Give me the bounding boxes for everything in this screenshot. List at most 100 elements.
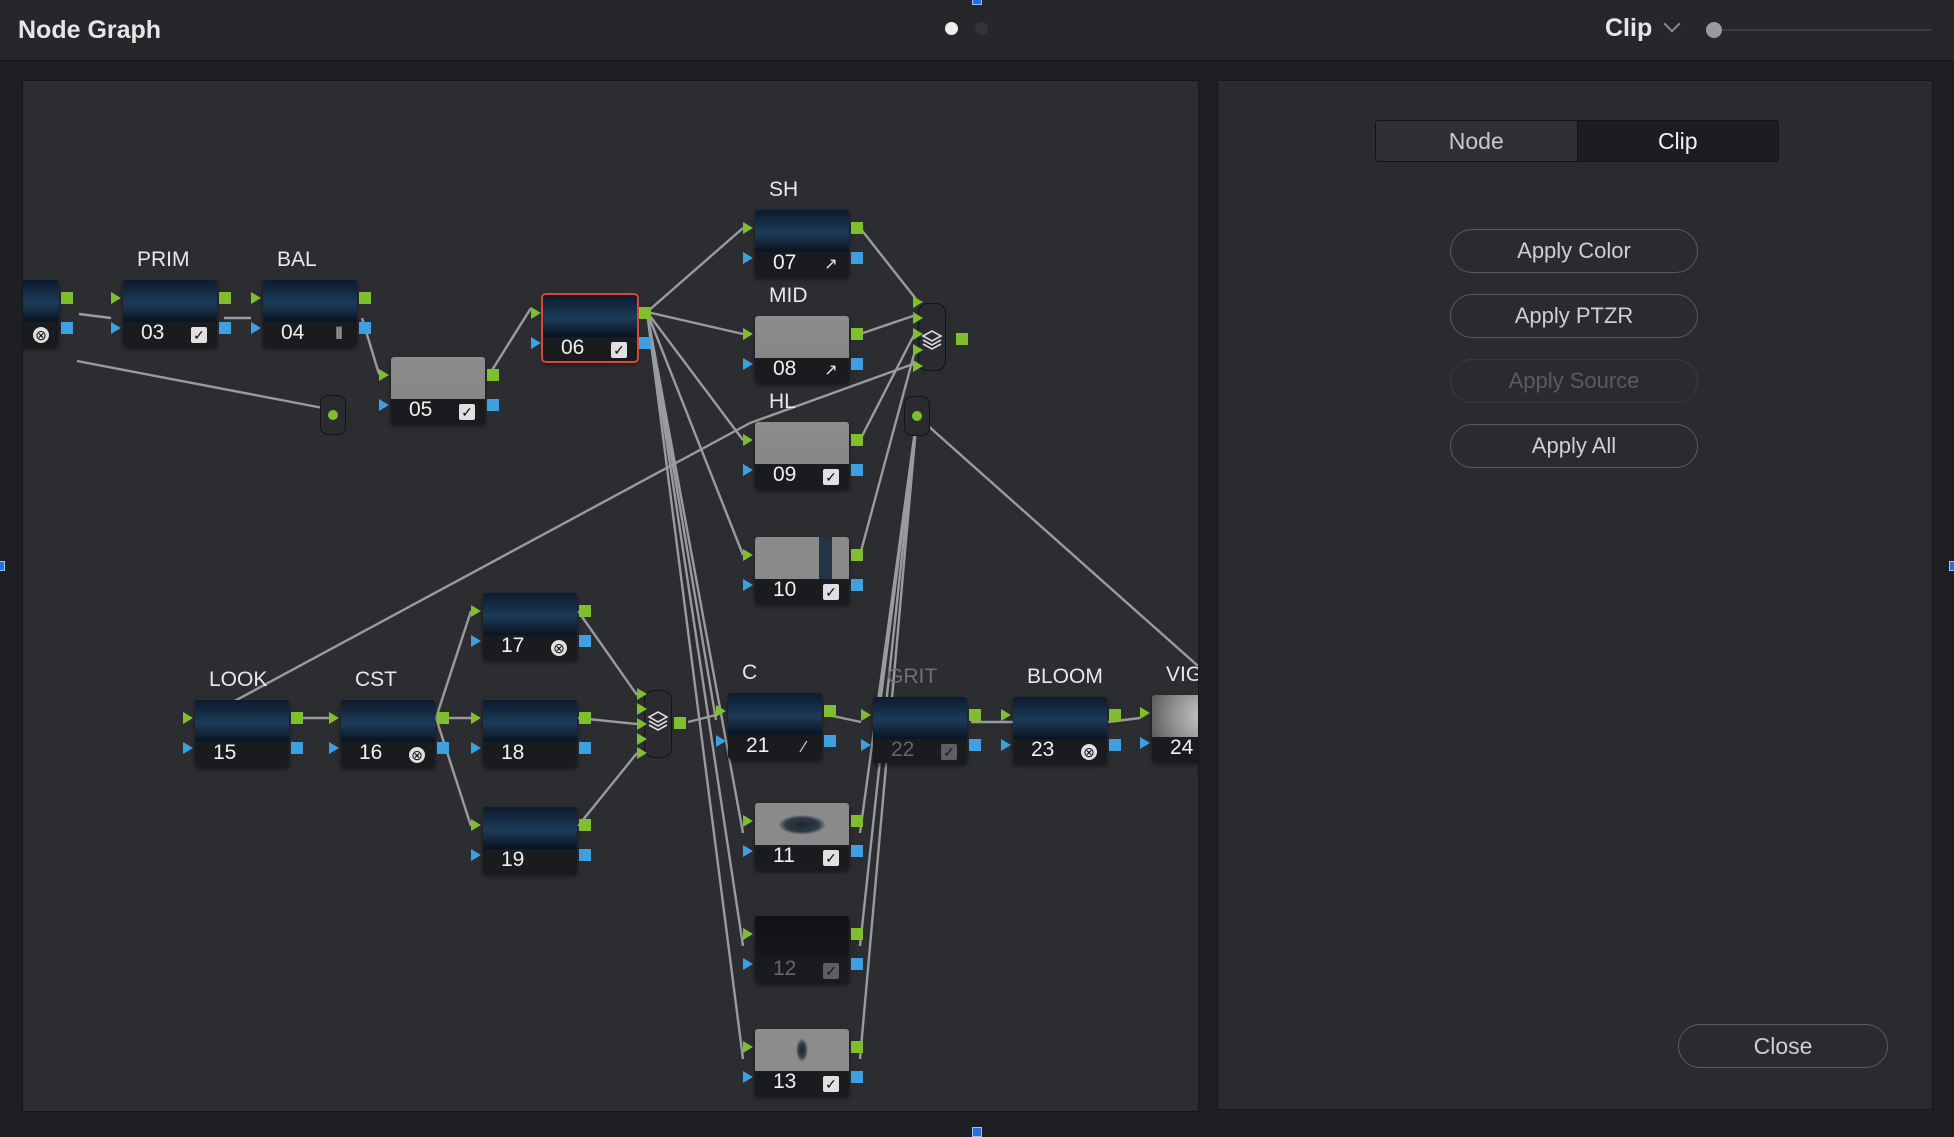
rgb-output-pin[interactable] <box>851 434 863 446</box>
node-17[interactable]: 17 ⊗ <box>471 593 595 663</box>
node-body[interactable]: 16 ⊗ <box>341 700 435 766</box>
key-output-pin[interactable] <box>851 958 863 970</box>
rgb-output-pin[interactable] <box>437 712 449 724</box>
rgb-output-pin[interactable] <box>851 328 863 340</box>
mixer-output[interactable] <box>956 333 968 345</box>
key-input-pin[interactable] <box>471 635 481 647</box>
node-13[interactable]: 13 ✓ <box>743 1029 867 1099</box>
node-24[interactable]: 24 VIG <box>1140 663 1198 765</box>
node-09[interactable]: 09 ✓ HL <box>743 390 867 492</box>
key-output-pin[interactable] <box>824 735 836 747</box>
rgb-output-pin[interactable] <box>579 605 591 617</box>
key-input-pin[interactable] <box>183 742 193 754</box>
key-output-pin[interactable] <box>639 337 651 349</box>
close-button[interactable]: Close <box>1678 1024 1888 1068</box>
node-body[interactable]: 04 ⦀ <box>263 280 357 346</box>
node-body[interactable]: 24 <box>1152 695 1198 761</box>
key-output-pin[interactable] <box>851 252 863 264</box>
key-output-pin[interactable] <box>579 742 591 754</box>
rgb-input-pin[interactable] <box>743 222 753 234</box>
key-input-pin[interactable] <box>743 358 753 370</box>
resize-handle-right[interactable] <box>1949 561 1954 571</box>
rgb-input-pin[interactable] <box>531 307 541 319</box>
rgb-input-pin[interactable] <box>379 369 389 381</box>
node-18[interactable]: 18 <box>471 700 595 770</box>
mixer-input[interactable] <box>637 747 647 759</box>
mixer-input[interactable] <box>913 360 923 372</box>
rgb-input-pin[interactable] <box>471 712 481 724</box>
rgb-input-pin[interactable] <box>251 292 261 304</box>
key-output-pin[interactable] <box>1109 739 1121 751</box>
page-dot-2[interactable] <box>975 22 988 35</box>
zoom-slider[interactable] <box>1706 20 1932 40</box>
rgb-output-pin[interactable] <box>291 712 303 724</box>
rgb-input-pin[interactable] <box>743 434 753 446</box>
rgb-input-pin[interactable] <box>743 549 753 561</box>
node-16[interactable]: 16 ⊗ CST <box>329 668 453 770</box>
mixer-input[interactable] <box>913 312 923 324</box>
node-body[interactable]: 11 ✓ <box>755 803 849 869</box>
rgb-output-pin[interactable] <box>824 705 836 717</box>
rgb-output-pin[interactable] <box>969 709 981 721</box>
resize-handle-bottom[interactable] <box>972 1127 982 1137</box>
rgb-input-pin[interactable] <box>471 819 481 831</box>
key-output-pin[interactable] <box>291 742 303 754</box>
mixer-output[interactable] <box>674 717 686 729</box>
key-input-pin[interactable] <box>1001 739 1011 751</box>
node-body[interactable]: 23 ⊗ <box>1013 697 1107 763</box>
node-body[interactable]: 10 ✓ <box>755 537 849 603</box>
key-output-pin[interactable] <box>851 579 863 591</box>
key-input-pin[interactable] <box>716 735 726 747</box>
rgb-output-pin[interactable] <box>851 1041 863 1053</box>
node-03[interactable]: 03 ✓ PRIM <box>111 248 235 350</box>
apply-ptzr-button[interactable]: Apply PTZR <box>1450 294 1698 338</box>
rgb-output-pin[interactable] <box>851 928 863 940</box>
mixer-input[interactable] <box>913 296 923 308</box>
key-output-pin[interactable] <box>579 635 591 647</box>
rgb-input-pin[interactable] <box>743 328 753 340</box>
key-output-pin[interactable] <box>437 742 449 754</box>
rgb-input-pin[interactable] <box>743 928 753 940</box>
rgb-input-pin[interactable] <box>716 705 726 717</box>
key-input-pin[interactable] <box>531 337 541 349</box>
rgb-output-pin[interactable] <box>359 292 371 304</box>
node-23[interactable]: 23 ⊗ BLOOM <box>1001 665 1125 767</box>
node-body[interactable]: 22 ✓ <box>873 697 967 763</box>
apply-color-button[interactable]: Apply Color <box>1450 229 1698 273</box>
rgb-output-pin[interactable] <box>639 307 651 319</box>
node-body[interactable]: 09 ✓ <box>755 422 849 488</box>
mixer-input[interactable] <box>637 733 647 745</box>
node-body[interactable]: 12 ✓ <box>755 916 849 982</box>
rgb-input-pin[interactable] <box>1001 709 1011 721</box>
passthrough-dot[interactable] <box>904 396 930 436</box>
rgb-output-pin[interactable] <box>579 712 591 724</box>
node-04[interactable]: 04 ⦀ BAL <box>251 248 375 350</box>
zoom-slider-knob[interactable] <box>1706 22 1722 38</box>
tab-node[interactable]: Node <box>1376 121 1577 161</box>
key-output-pin[interactable] <box>359 322 371 334</box>
rgb-input-pin[interactable] <box>1140 707 1150 719</box>
node-body[interactable]: 07 ↗ <box>755 210 849 276</box>
key-input-pin[interactable] <box>743 579 753 591</box>
node-body[interactable]: 08 ↗ <box>755 316 849 382</box>
key-input-pin[interactable] <box>251 322 261 334</box>
mode-dropdown[interactable]: Clip <box>1605 14 1681 43</box>
node-body[interactable]: 06 ✓ <box>541 293 639 363</box>
apply-all-button[interactable]: Apply All <box>1450 424 1698 468</box>
rgb-output-pin[interactable] <box>487 369 499 381</box>
key-input-pin[interactable] <box>471 742 481 754</box>
rgb-output-pin[interactable] <box>851 549 863 561</box>
mixer-input[interactable] <box>913 344 923 356</box>
rgb-input-pin[interactable] <box>743 1041 753 1053</box>
node-08[interactable]: 08 ↗ MID <box>743 284 867 386</box>
key-input-pin[interactable] <box>743 1071 753 1083</box>
node-body[interactable]: 17 ⊗ <box>483 593 577 659</box>
node-07[interactable]: 07 ↗ SH <box>743 178 867 280</box>
rgb-output-pin[interactable] <box>1109 709 1121 721</box>
node-body[interactable]: 03 ✓ <box>123 280 217 346</box>
rgb-input-pin[interactable] <box>861 709 871 721</box>
node-10[interactable]: 10 ✓ <box>743 537 867 607</box>
mixer-input[interactable] <box>637 718 647 730</box>
key-output-pin[interactable] <box>851 464 863 476</box>
node-21[interactable]: 21 ⁄ C <box>716 661 840 763</box>
